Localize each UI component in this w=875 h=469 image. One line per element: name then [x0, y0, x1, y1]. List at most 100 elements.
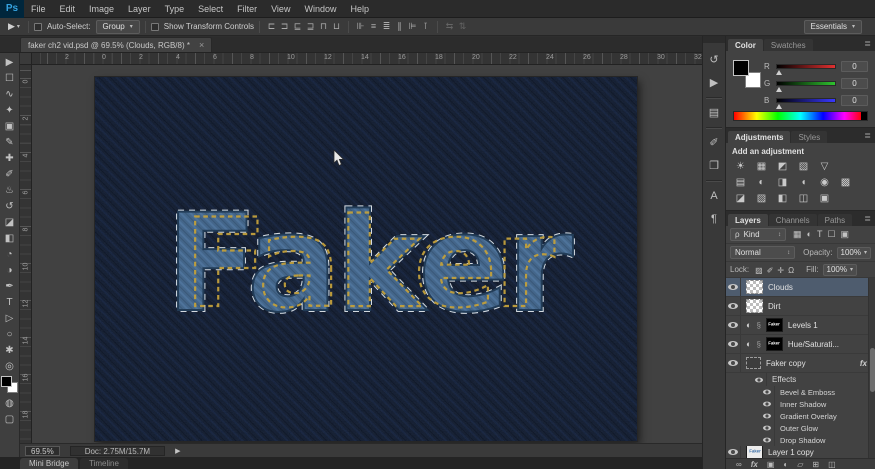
color-spectrum-ramp[interactable]: [733, 111, 868, 121]
align-button-3[interactable]: ⊒: [304, 21, 317, 32]
new-adjustment-layer-icon[interactable]: ◐: [783, 460, 788, 469]
crop-tool[interactable]: ▣: [0, 118, 19, 134]
eye-icon[interactable]: [728, 341, 738, 347]
new-layer-icon[interactable]: ⊞: [812, 460, 819, 469]
eye-icon[interactable]: [755, 377, 763, 382]
actions-panel-icon[interactable]: ▶: [710, 71, 718, 94]
channel-slider[interactable]: [776, 81, 836, 92]
brush-panel-icon[interactable]: ✐: [709, 131, 718, 154]
eye-icon[interactable]: [763, 437, 771, 443]
auto-select-checkbox[interactable]: [33, 22, 42, 31]
eye-icon[interactable]: [728, 322, 738, 328]
adjustment-icon-2-2[interactable]: ◧: [774, 191, 791, 206]
adjustment-icon-2-1[interactable]: ▨: [753, 191, 770, 206]
clone-source-panel-icon[interactable]: ❐: [709, 154, 719, 177]
adjustment-icon-1-5[interactable]: ▩: [837, 175, 854, 190]
show-transform-checkbox[interactable]: [150, 22, 159, 31]
delete-layer-icon[interactable]: ◫: [828, 460, 836, 469]
panel-menu-icon[interactable]: ≣: [864, 131, 871, 140]
align-button-2[interactable]: ⊑: [291, 21, 304, 32]
dodge-tool[interactable]: ◑: [0, 262, 19, 278]
path-selection-tool[interactable]: ▷: [0, 310, 19, 326]
adjustment-icon-1-2[interactable]: ◨: [774, 175, 791, 190]
character-panel-icon[interactable]: A: [710, 184, 717, 207]
type-tool[interactable]: T: [0, 294, 19, 310]
eye-icon[interactable]: [763, 401, 771, 407]
layers-tab-channels[interactable]: Channels: [768, 214, 817, 226]
filter-kind-dropdown[interactable]: ρ Kind ↕: [730, 228, 786, 241]
panel-menu-icon[interactable]: ≣: [864, 214, 871, 223]
foreground-color-swatch[interactable]: [1, 376, 12, 387]
menu-view[interactable]: View: [264, 0, 297, 18]
hand-tool[interactable]: ✱: [0, 342, 19, 358]
filter-icon-3[interactable]: ☐: [827, 229, 835, 240]
adjustment-icon-1-4[interactable]: ◉: [816, 175, 833, 190]
effect-row-bevel-emboss[interactable]: Bevel & Emboss: [726, 386, 875, 398]
document-tab[interactable]: faker ch2 vid.psd @ 69.5% (Clouds, RGB/8…: [20, 37, 213, 52]
menu-select[interactable]: Select: [191, 0, 230, 18]
filter-icon-0[interactable]: ▦: [793, 229, 802, 240]
chevron-down-icon[interactable]: ▾: [17, 23, 20, 30]
quick-mask-button[interactable]: ◍: [0, 395, 19, 411]
ruler-origin-corner[interactable]: [20, 53, 32, 65]
layer-row-faker-copy[interactable]: Faker copy fx: [726, 354, 875, 373]
info-panel-icon[interactable]: ▤: [709, 101, 719, 124]
filter-icon-1[interactable]: ◐: [807, 229, 812, 240]
blend-mode-dropdown[interactable]: Normal ↕: [730, 246, 796, 259]
foreground-color-swatch[interactable]: [733, 60, 749, 76]
layer-row-levels-1[interactable]: ◐ § Faker Levels 1: [726, 316, 875, 335]
effect-row-inner-shadow[interactable]: Inner Shadow: [726, 398, 875, 410]
quick-selection-tool[interactable]: ✦: [0, 102, 19, 118]
layers-tab-layers[interactable]: Layers: [728, 214, 768, 226]
menu-help[interactable]: Help: [343, 0, 376, 18]
foreground-background-swatches[interactable]: [1, 376, 18, 393]
brush-tool[interactable]: ✐: [0, 166, 19, 182]
color-tab-color[interactable]: Color: [728, 39, 763, 51]
adjustment-icon-1-0[interactable]: ▤: [732, 175, 749, 190]
move-tool[interactable]: ▶: [0, 54, 19, 70]
channel-value-field[interactable]: 0: [841, 95, 868, 106]
lock-icon-1[interactable]: ✐: [767, 266, 774, 275]
foreground-background-swatches[interactable]: [733, 60, 761, 88]
adjustment-icon-0-4[interactable]: ▽: [816, 159, 833, 174]
adjustment-icon-1-3[interactable]: ◖: [795, 175, 812, 190]
adjustments-tab-styles[interactable]: Styles: [791, 131, 828, 143]
distribute-button-1[interactable]: ≡: [367, 21, 380, 32]
distribute-button-3[interactable]: ∥: [393, 21, 406, 32]
align-button-4[interactable]: ⊓: [317, 21, 330, 32]
color-tab-swatches[interactable]: Swatches: [763, 39, 813, 51]
adjustment-icon-1-1[interactable]: ◐: [753, 175, 770, 190]
distribute-button-2[interactable]: ≣: [380, 21, 393, 32]
effect-row-gradient-overlay[interactable]: Gradient Overlay: [726, 410, 875, 422]
align-button-5[interactable]: ⊔: [330, 21, 343, 32]
eye-icon[interactable]: [763, 425, 771, 431]
effects-header-row[interactable]: Effects: [726, 373, 875, 386]
zoom-level-field[interactable]: 69.5%: [25, 445, 60, 456]
lock-icon-0[interactable]: ▨: [755, 266, 763, 275]
add-layer-mask-icon[interactable]: ▣: [767, 460, 775, 469]
auto-select-mode-dropdown[interactable]: Group ▾: [95, 19, 140, 34]
panel-menu-icon[interactable]: ≣: [864, 39, 871, 48]
effect-row-outer-glow[interactable]: Outer Glow: [726, 422, 875, 434]
canvas-area[interactable]: Faker: [32, 65, 702, 443]
adjustments-tab-adjustments[interactable]: Adjustments: [728, 131, 791, 143]
layer-thumbnail[interactable]: [746, 357, 761, 369]
layer-mask-thumbnail[interactable]: Faker: [765, 337, 783, 351]
layers-tab-paths[interactable]: Paths: [817, 214, 853, 226]
adjustment-icon-0-1[interactable]: ▦: [753, 159, 770, 174]
shape-tool[interactable]: ○: [0, 326, 19, 342]
layer-mask-thumbnail[interactable]: Faker: [765, 318, 783, 332]
menu-image[interactable]: Image: [82, 0, 121, 18]
eyedropper-tool[interactable]: ✎: [0, 134, 19, 150]
layer-row-dirt[interactable]: Dirt: [726, 297, 875, 316]
link-layers-icon[interactable]: ∞: [736, 460, 742, 469]
fx-badge[interactable]: fx: [860, 359, 867, 368]
zoom-tool[interactable]: ◎: [0, 358, 19, 374]
channel-slider[interactable]: [776, 64, 836, 75]
layer-thumbnail[interactable]: [746, 299, 763, 313]
close-icon[interactable]: ×: [199, 40, 204, 50]
eye-icon[interactable]: [763, 389, 771, 395]
effect-row-drop-shadow[interactable]: Drop Shadow: [726, 434, 875, 446]
vertical-ruler[interactable]: 0 2 4 6 8 10 12 14 16 18: [20, 65, 32, 443]
lock-icon-3[interactable]: Ω: [788, 266, 794, 275]
